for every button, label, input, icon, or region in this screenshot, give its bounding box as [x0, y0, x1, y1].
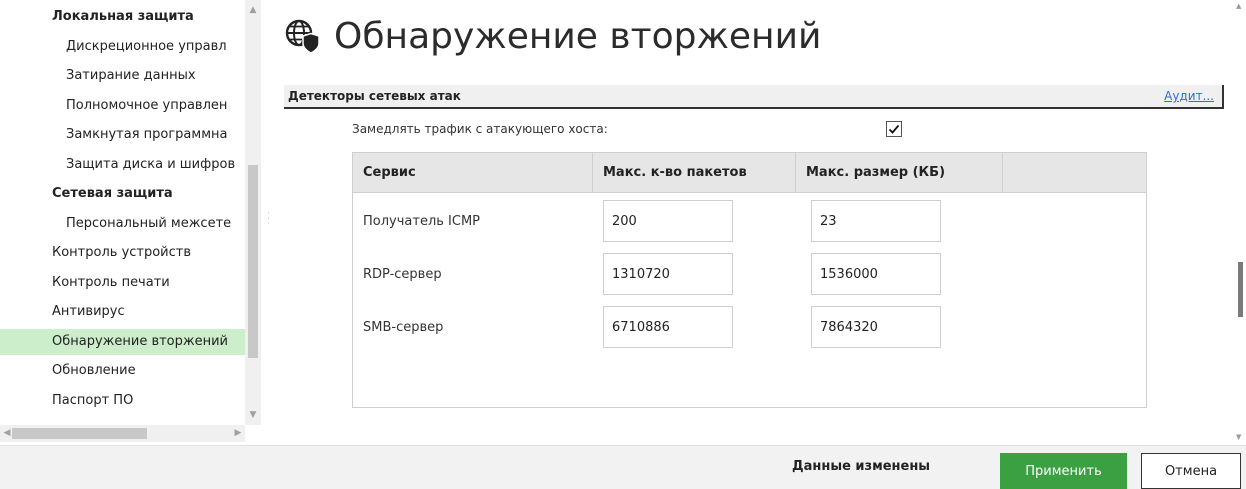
nav-item-closed-software-env[interactable]: Замкнутая программна [0, 122, 245, 148]
audit-link[interactable]: Аудит... [1164, 89, 1214, 103]
slow-traffic-label: Замедлять трафик с атакующего хоста: [352, 122, 608, 136]
column-header-empty [1003, 153, 1146, 193]
column-header-max-size[interactable]: Макс. размер (КБ) [796, 153, 1003, 193]
nav-item-update[interactable]: Обновление [0, 358, 245, 384]
nav-item-disk-encryption[interactable]: Защита диска и шифров [0, 152, 245, 178]
splitter-grip-icon[interactable]: · · · [267, 210, 271, 232]
max-packets-input[interactable] [603, 306, 733, 348]
scroll-up-arrow-icon[interactable]: ▲ [1236, 2, 1241, 10]
scroll-up-arrow-icon[interactable]: ▲ [245, 2, 261, 18]
table-row: RDP-сервер [353, 253, 1146, 306]
globe-shield-icon [285, 19, 320, 54]
nav-item-discretionary-control[interactable]: Дискреционное управл [0, 34, 245, 60]
table-row: SMB-сервер [353, 306, 1146, 359]
sidebar-horizontal-scroll-thumb[interactable] [12, 428, 147, 439]
main-vertical-scrollbar[interactable]: ▲ ▼ [1234, 0, 1246, 445]
slow-traffic-checkbox[interactable] [886, 121, 902, 137]
table-header: Сервис Макс. к-во пакетов Макс. размер (… [353, 153, 1146, 193]
sidebar-horizontal-scrollbar[interactable]: ◀ ▶ [0, 425, 245, 442]
cancel-button[interactable]: Отмена [1141, 453, 1241, 489]
nav-list: Локальная защита Дискреционное управл За… [0, 0, 245, 425]
nav-item-network-protection[interactable]: Сетевая защита [0, 181, 245, 207]
footer-bar: Данные изменены Применить Отмена [0, 445, 1246, 489]
nav-item-data-wiping[interactable]: Затирание данных [0, 63, 245, 89]
status-text: Данные изменены [792, 459, 931, 474]
max-size-input[interactable] [811, 253, 941, 295]
nav-item-mandatory-control[interactable]: Полномочное управлен [0, 93, 245, 119]
scroll-down-arrow-icon[interactable]: ▼ [1236, 433, 1241, 441]
max-packets-input[interactable] [603, 253, 733, 295]
column-header-max-packets[interactable]: Макс. к-во пакетов [593, 153, 796, 193]
nav-item-local-protection[interactable]: Локальная защита [0, 4, 245, 30]
max-size-input[interactable] [811, 306, 941, 348]
service-name: RDP-сервер [363, 267, 442, 282]
nav-item-device-control[interactable]: Контроль устройств [0, 240, 245, 266]
sidebar-vertical-scroll-thumb[interactable] [248, 165, 258, 358]
nav-item-antivirus[interactable]: Антивирус [0, 299, 245, 325]
max-size-input[interactable] [811, 200, 941, 242]
nav-item-personal-firewall[interactable]: Персональный межсете [0, 211, 245, 237]
main-vertical-scroll-thumb[interactable] [1238, 262, 1243, 317]
sidebar-vertical-scrollbar[interactable]: ▲ ▼ [245, 0, 261, 425]
service-name: Получатель ICMP [363, 214, 481, 229]
scroll-right-arrow-icon[interactable]: ▶ [231, 425, 245, 442]
table-row: Получатель ICMP [353, 200, 1146, 253]
service-limits-table: Сервис Макс. к-во пакетов Макс. размер (… [352, 152, 1147, 408]
nav-item-software-passport[interactable]: Паспорт ПО [0, 388, 245, 414]
nav-item-intrusion-detection[interactable]: Обнаружение вторжений [0, 328, 245, 355]
page-title: Обнаружение вторжений [334, 15, 822, 57]
page-header: Обнаружение вторжений [284, 12, 821, 60]
nav-item-print-control[interactable]: Контроль печати [0, 270, 245, 296]
section-title: Детекторы сетевых атак [288, 89, 461, 103]
max-packets-input[interactable] [603, 200, 733, 242]
main-panel: Обнаружение вторжений Детекторы сетевых … [278, 0, 1234, 445]
scroll-down-arrow-icon[interactable]: ▼ [245, 407, 261, 423]
column-header-service[interactable]: Сервис [353, 153, 593, 193]
section-header: Детекторы сетевых атак Аудит... [284, 85, 1224, 109]
checkmark-icon [888, 124, 900, 134]
apply-button[interactable]: Применить [1000, 453, 1127, 489]
navigation-sidebar: Локальная защита Дискреционное управл За… [0, 0, 265, 445]
service-name: SMB-сервер [363, 320, 444, 335]
